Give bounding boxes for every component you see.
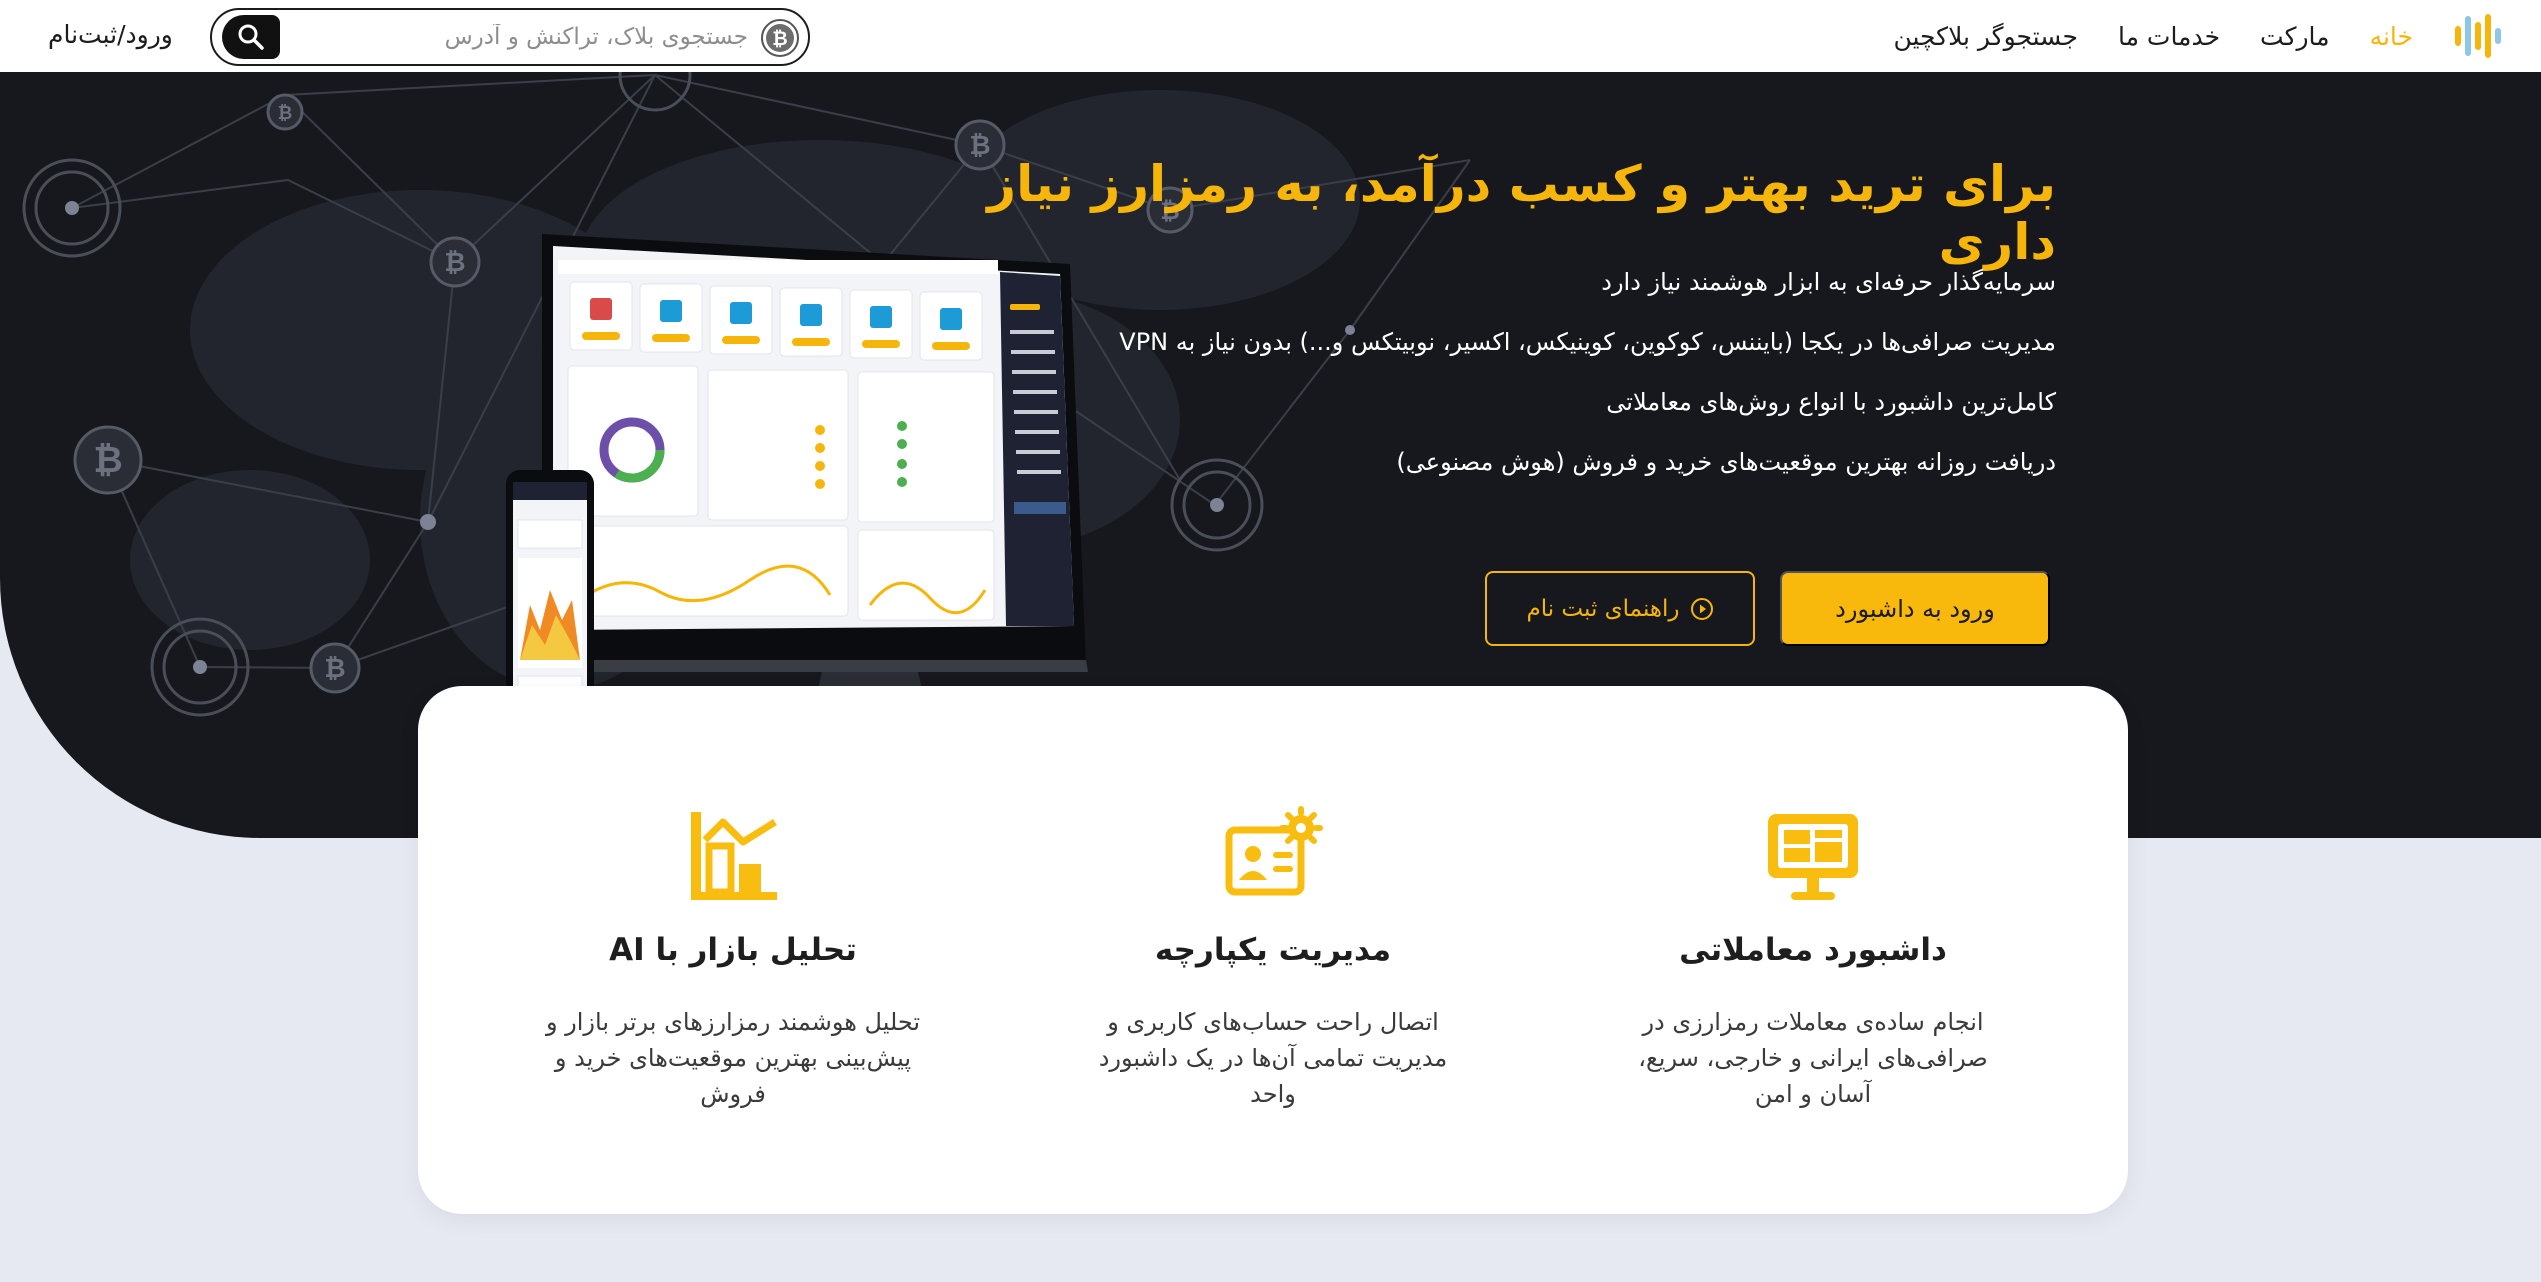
hero-title: برای ترید بهتر و کسب درآمد، به رمزارز نی… <box>987 155 2056 271</box>
enter-dashboard-button[interactable]: ورود به داشبورد <box>1780 571 2050 646</box>
svg-text:₿: ₿ <box>278 103 293 124</box>
svg-text:₿: ₿ <box>324 654 345 684</box>
feature-text: تحلیل هوشمند رمزارزهای برتر بازار و پیش‌… <box>545 1008 921 1108</box>
registration-guide-label: راهنمای ثبت نام <box>1526 595 1680 622</box>
hero-line: کامل‌ترین داشبورد با انواع روش‌های معامل… <box>1606 388 2056 416</box>
hero-line: سرمایه‌گذار حرفه‌ای به ابزار هوشمند نیاز… <box>1601 268 2056 296</box>
feature-title: تحلیل بازار با AI <box>609 932 857 968</box>
monitor-dashboard-icon <box>1768 814 1858 900</box>
svg-text:₿: ₿ <box>444 248 465 278</box>
main-nav: خانه مارکت خدمات ما جستجوگر بلاکچین <box>1893 0 2413 72</box>
feature-ai-analysis: تحلیل بازار با AI تحلیل هوشمند رمزارزهای… <box>513 686 953 1112</box>
nav-link-home[interactable]: خانه <box>2370 22 2413 51</box>
brand-bars-logo[interactable] <box>2451 12 2511 60</box>
search-button[interactable] <box>222 15 280 59</box>
hero-line: دریافت روزانه بهترین موقعیت‌های خرید و ف… <box>1396 448 2056 476</box>
hero-line: مدیریت صرافی‌ها در یکجا (بایننس، کوکوین،… <box>1119 328 2056 356</box>
building-chart-icon <box>691 812 777 900</box>
dashboard-devices-illustration <box>506 234 1088 760</box>
enter-dashboard-label: ورود به داشبورد <box>1835 594 1995 623</box>
profile-gear-icon <box>1225 806 1323 896</box>
login-register-link[interactable]: ورود/ثبت‌نام <box>48 20 173 49</box>
hero-feature-list: سرمایه‌گذار حرفه‌ای به ابزار هوشمند نیاز… <box>956 262 2056 502</box>
feature-trading-dashboard: داشبورد معاملاتی انجام ساده‌ی معاملات رم… <box>1593 686 2033 1112</box>
nav-link-blockchain-explorer[interactable]: جستجوگر بلاکچین <box>1893 22 2078 51</box>
feature-title: داشبورد معاملاتی <box>1679 932 1947 968</box>
feature-text: انجام ساده‌ی معاملات رمزارزی در صرافی‌ها… <box>1638 1008 1988 1108</box>
feature-text: اتصال راحت حساب‌های کاربری و مدیریت تمام… <box>1098 1008 1448 1108</box>
bitcoin-icon[interactable]: ₿ <box>760 18 800 58</box>
svg-text:₿: ₿ <box>93 440 122 481</box>
features-card: داشبورد معاملاتی انجام ساده‌ی معاملات رم… <box>418 686 2128 1214</box>
registration-guide-button[interactable]: راهنمای ثبت نام <box>1485 571 1755 646</box>
magnifier-icon <box>238 24 264 50</box>
top-navbar: خانه مارکت خدمات ما جستجوگر بلاکچین ₿ ور… <box>0 0 2541 72</box>
search-bar: ₿ <box>210 8 810 66</box>
svg-text:₿: ₿ <box>772 28 787 50</box>
nav-link-services[interactable]: خدمات ما <box>2118 22 2220 51</box>
search-input[interactable] <box>348 19 748 55</box>
feature-integrated-management: مدیریت یکپارچه اتصال راحت حساب‌های کاربر… <box>1053 686 1493 1112</box>
nav-link-market[interactable]: مارکت <box>2260 22 2330 51</box>
play-circle-icon <box>1690 597 1713 620</box>
feature-title: مدیریت یکپارچه <box>1154 932 1392 968</box>
